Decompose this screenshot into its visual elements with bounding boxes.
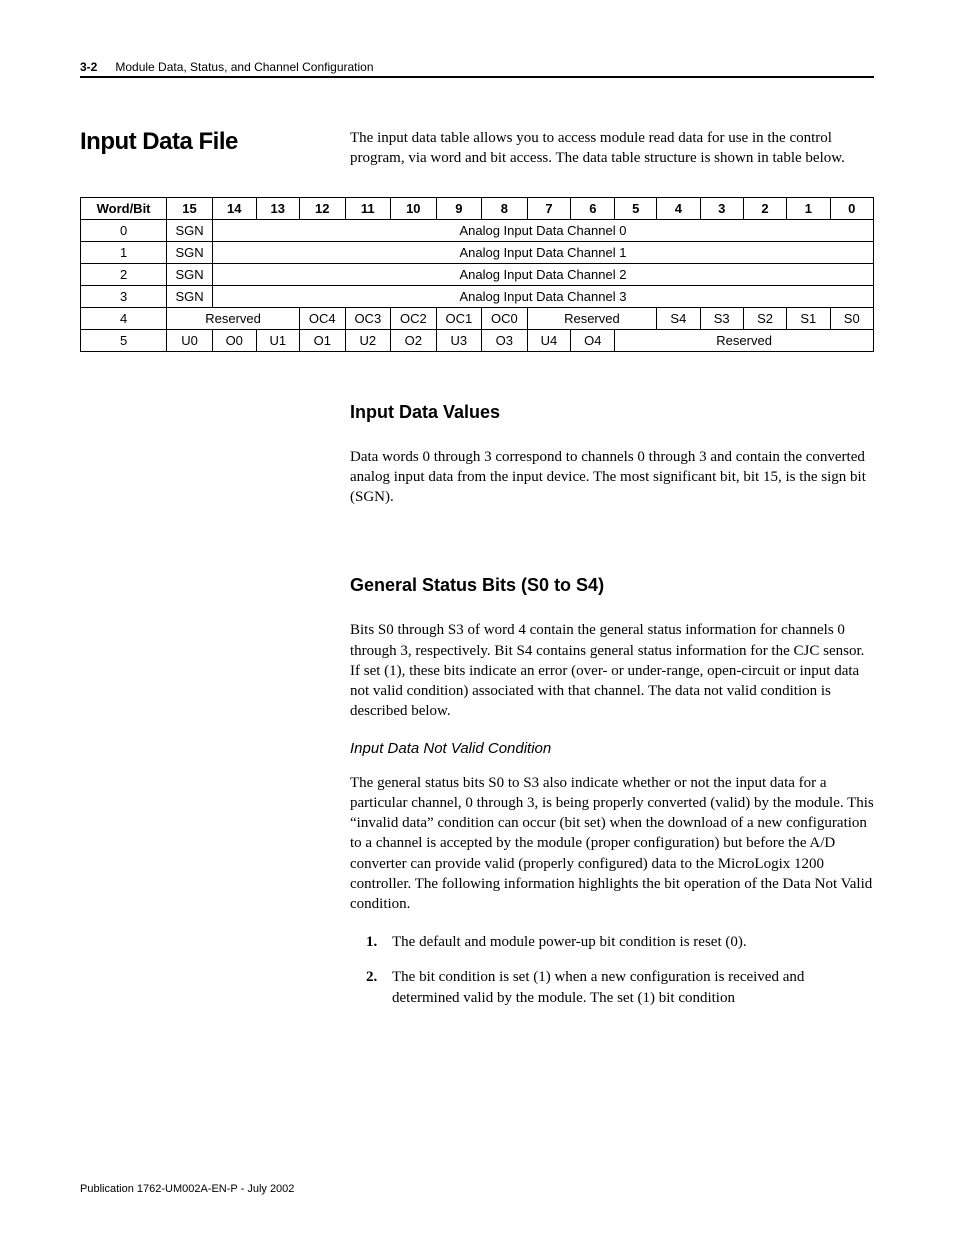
reserved-cell: Reserved: [615, 329, 874, 351]
bit-cell: O2: [391, 329, 437, 351]
word-cell: 2: [81, 263, 167, 285]
reserved-cell: Reserved: [167, 307, 300, 329]
col-header: 1: [787, 197, 830, 219]
header-rule: [80, 76, 874, 78]
col-header: 0: [830, 197, 873, 219]
body-paragraph: Data words 0 through 3 correspond to cha…: [350, 447, 874, 508]
bit-cell: U2: [345, 329, 391, 351]
word-cell: 1: [81, 241, 167, 263]
bit-cell: OC3: [345, 307, 391, 329]
list-item: 2. The bit condition is set (1) when a n…: [366, 967, 874, 1009]
sgn-cell: SGN: [167, 241, 213, 263]
bit-cell: U1: [256, 329, 299, 351]
input-data-file-table: Word/Bit 15 14 13 12 11 10 9 8 7 6 5 4 3…: [80, 197, 874, 352]
bit-cell: OC1: [436, 307, 482, 329]
sub-subsection-heading: Input Data Not Valid Condition: [350, 740, 874, 757]
list-number: 2.: [366, 967, 384, 1009]
data-channel-cell: Analog Input Data Channel 0: [212, 219, 873, 241]
word-cell: 4: [81, 307, 167, 329]
bit-cell: U4: [527, 329, 571, 351]
col-header: 10: [391, 197, 437, 219]
section-heading: Input Data File: [80, 128, 350, 156]
col-header: 6: [571, 197, 615, 219]
bit-cell: U3: [436, 329, 482, 351]
numbered-list: 1. The default and module power-up bit c…: [366, 932, 874, 1009]
chapter-title: Module Data, Status, and Channel Configu…: [115, 60, 373, 74]
page-number: 3-2: [80, 60, 97, 74]
data-channel-cell: Analog Input Data Channel 1: [212, 241, 873, 263]
bit-cell: O3: [482, 329, 528, 351]
list-item: 1. The default and module power-up bit c…: [366, 932, 874, 953]
running-header: 3-2 Module Data, Status, and Channel Con…: [80, 60, 874, 74]
bit-cell: S0: [830, 307, 873, 329]
bit-cell: OC4: [300, 307, 346, 329]
bit-cell: S3: [700, 307, 743, 329]
document-page: 3-2 Module Data, Status, and Channel Con…: [0, 0, 954, 1235]
table-row: 0 SGN Analog Input Data Channel 0: [81, 219, 874, 241]
list-text: The bit condition is set (1) when a new …: [392, 967, 874, 1009]
word-cell: 0: [81, 219, 167, 241]
bit-cell: U0: [167, 329, 213, 351]
subsection-heading: Input Data Values: [350, 402, 874, 423]
data-channel-cell: Analog Input Data Channel 3: [212, 285, 873, 307]
bit-cell: OC2: [391, 307, 437, 329]
col-header: 2: [743, 197, 786, 219]
sgn-cell: SGN: [167, 285, 213, 307]
sgn-cell: SGN: [167, 263, 213, 285]
reserved-cell: Reserved: [527, 307, 657, 329]
col-header: 13: [256, 197, 299, 219]
bit-cell: S1: [787, 307, 830, 329]
title-intro-row: Input Data File The input data table all…: [80, 128, 874, 169]
col-header: 11: [345, 197, 391, 219]
data-channel-cell: Analog Input Data Channel 2: [212, 263, 873, 285]
general-status-section: General Status Bits (S0 to S4) Bits S0 t…: [80, 575, 874, 1023]
body-paragraph: Bits S0 through S3 of word 4 contain the…: [350, 620, 874, 721]
list-text: The default and module power-up bit cond…: [392, 932, 747, 953]
table-row: 2 SGN Analog Input Data Channel 2: [81, 263, 874, 285]
sgn-cell: SGN: [167, 219, 213, 241]
bit-cell: S2: [743, 307, 786, 329]
col-header: 15: [167, 197, 213, 219]
body-paragraph: The general status bits S0 to S3 also in…: [350, 773, 874, 915]
col-header: 7: [527, 197, 571, 219]
col-header: 5: [615, 197, 657, 219]
subsection-heading: General Status Bits (S0 to S4): [350, 575, 874, 596]
input-data-values-section: Input Data Values Data words 0 through 3…: [80, 402, 874, 526]
table-header-row: Word/Bit 15 14 13 12 11 10 9 8 7 6 5 4 3…: [81, 197, 874, 219]
word-cell: 5: [81, 329, 167, 351]
col-header: 8: [482, 197, 528, 219]
col-header: 9: [436, 197, 482, 219]
bit-cell: O4: [571, 329, 615, 351]
bit-cell: O0: [212, 329, 256, 351]
col-header: 14: [212, 197, 256, 219]
bit-cell: OC0: [482, 307, 528, 329]
table-row: 3 SGN Analog Input Data Channel 3: [81, 285, 874, 307]
table-row: 5 U0 O0 U1 O1 U2 O2 U3 O3 U4 O4 Reserved: [81, 329, 874, 351]
col-header: 12: [300, 197, 346, 219]
publication-footer: Publication 1762-UM002A-EN-P - July 2002: [80, 1183, 294, 1195]
bit-cell: S4: [657, 307, 700, 329]
bit-cell: O1: [300, 329, 346, 351]
word-cell: 3: [81, 285, 167, 307]
col-header: Word/Bit: [81, 197, 167, 219]
intro-paragraph: The input data table allows you to acces…: [350, 128, 874, 169]
col-header: 4: [657, 197, 700, 219]
table-row: 1 SGN Analog Input Data Channel 1: [81, 241, 874, 263]
col-header: 3: [700, 197, 743, 219]
list-number: 1.: [366, 932, 384, 953]
table-row: 4 Reserved OC4 OC3 OC2 OC1 OC0 Reserved …: [81, 307, 874, 329]
